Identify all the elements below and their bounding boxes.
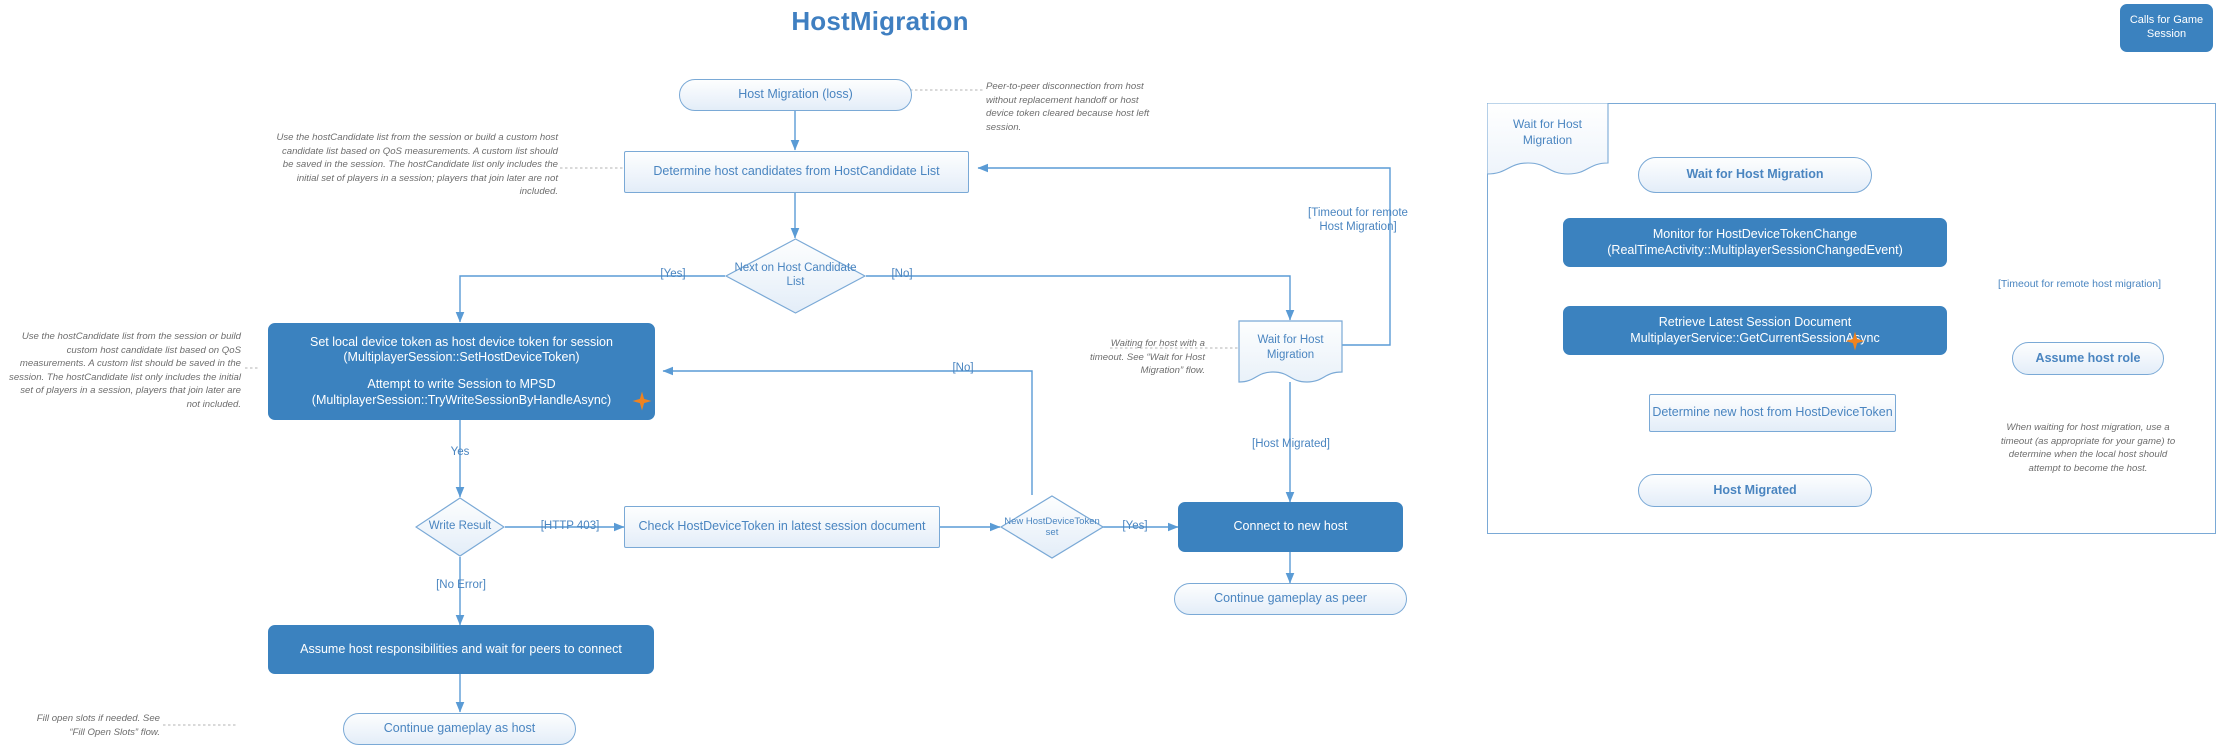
note-subflow-timeout: When waiting for host migration, use a t… <box>1999 421 2177 475</box>
node-label: Wait for Host Migration <box>1257 334 1324 361</box>
frame-tab-label: Wait for Host Migration <box>1513 117 1582 147</box>
edge-label-yes-2: [Yes] <box>1122 520 1148 532</box>
node-label: Determine new host from HostDeviceToken <box>1652 405 1893 420</box>
node-label: Host Migrated <box>1713 482 1797 497</box>
monitor-line-1: Monitor for HostDeviceTokenChange <box>1652 226 1858 241</box>
edge-label-no: [No] <box>891 268 913 280</box>
retrieve-line-2: MultiplayerService::GetCurrentSessionAsy… <box>1630 330 1880 345</box>
set-token-line-3: Attempt to write Session to MPSD <box>367 377 556 391</box>
node-subflow-host-migrated[interactable]: Host Migrated <box>1638 474 1872 507</box>
legend-label: Calls for Game Session <box>2129 14 2204 40</box>
node-label: Check HostDeviceToken in latest session … <box>638 519 926 534</box>
note-text: When waiting for host migration, use a t… <box>2000 422 2176 474</box>
node-label: Determine host candidates from HostCandi… <box>653 164 940 179</box>
node-wait-for-host-migration-main[interactable]: Wait for Host Migration <box>1238 320 1343 384</box>
edge-label-host-migrated: [Host Migrated] <box>1252 438 1330 450</box>
decision-write-result[interactable]: Write Result <box>415 497 505 557</box>
node-label: Wait for Host Migration <box>1686 167 1824 182</box>
edge-label-timeout-remote: [Timeout for remote Host Migration] <box>1308 207 1408 234</box>
node-assume-host-responsibilities[interactable]: Assume host responsibilities and wait fo… <box>268 625 654 674</box>
node-assume-host-role[interactable]: Assume host role <box>2012 342 2164 375</box>
node-label: Continue gameplay as peer <box>1214 591 1367 606</box>
edge-label-no-mid: [No] <box>952 362 974 374</box>
decision-label: New HostDeviceToken set <box>1004 515 1100 538</box>
node-check-host-device-token[interactable]: Check HostDeviceToken in latest session … <box>624 506 940 548</box>
edge-label-yes: [Yes] <box>660 268 686 280</box>
node-set-host-device-token[interactable]: Set local device token as host device to… <box>268 323 655 420</box>
edge-label-http-403: [HTTP 403] <box>540 520 600 532</box>
node-label: Connect to new host <box>1233 519 1348 534</box>
node-subflow-wait-for-host-migration-start[interactable]: Wait for Host Migration <box>1638 157 1872 193</box>
note-fill-open-slots: Fill open slots if needed. See “Fill Ope… <box>20 712 160 739</box>
note-text: Fill open slots if needed. See “Fill Ope… <box>36 713 160 738</box>
note-host-candidate-list-top: Use the hostCandidate list from the sess… <box>275 131 558 199</box>
node-label: Host Migration (loss) <box>738 87 853 102</box>
decision-label: Next on Host Candidate List <box>734 262 857 288</box>
decision-new-host-device-token-set[interactable]: New HostDeviceToken set <box>1000 495 1104 559</box>
node-determine-new-host[interactable]: Determine new host from HostDeviceToken <box>1649 394 1896 432</box>
node-determine-host-candidates[interactable]: Determine host candidates from HostCandi… <box>624 151 969 193</box>
star-icon-calls-game-session-2 <box>1845 331 1865 351</box>
node-continue-gameplay-as-host[interactable]: Continue gameplay as host <box>343 713 576 745</box>
decision-next-on-host-candidate-list[interactable]: Next on Host Candidate List <box>725 238 866 314</box>
note-text: Use the hostCandidate list from the sess… <box>9 331 241 411</box>
note-start-disconnection: Peer-to-peer disconnection from host wit… <box>986 80 1166 134</box>
edge-label-no-error: [No Error] <box>436 579 486 591</box>
set-token-line-2: (MultiplayerSession::SetHostDeviceToken) <box>343 350 580 365</box>
edge-label-yes-plain: Yes <box>450 446 470 458</box>
edge-label-subflow-timeout: [Timeout for remote host migration] <box>1998 278 2162 290</box>
diagram-canvas: HostMigration Calls for Game Session Hos… <box>0 0 2220 753</box>
node-label: Continue gameplay as host <box>383 721 536 736</box>
node-retrieve-latest-session-document[interactable]: Retrieve Latest Session Document Multipl… <box>1563 306 1947 355</box>
node-host-migration-loss[interactable]: Host Migration (loss) <box>679 79 912 111</box>
set-token-line-4: (MultiplayerSession::TryWriteSessionByHa… <box>311 392 612 407</box>
decision-label: Write Result <box>428 520 492 533</box>
node-monitor-host-device-token-change[interactable]: Monitor for HostDeviceTokenChange (RealT… <box>1563 218 1947 267</box>
legend-calls-for-game-session: Calls for Game Session <box>2120 4 2213 52</box>
note-host-candidate-list-left: Use the hostCandidate list from the sess… <box>8 330 241 412</box>
node-label: Assume host responsibilities and wait fo… <box>300 641 622 656</box>
subflow-frame-tab: Wait for Host Migration <box>1486 102 1609 177</box>
note-waiting-for-host: Waiting for host with a timeout. See “Wa… <box>1085 337 1205 378</box>
star-icon-calls-game-session-1 <box>632 391 652 411</box>
node-label: Assume host role <box>2035 350 2141 365</box>
node-continue-gameplay-as-peer[interactable]: Continue gameplay as peer <box>1174 583 1407 615</box>
monitor-line-2: (RealTimeActivity::MultiplayerSessionCha… <box>1607 242 1903 257</box>
retrieve-line-1: Retrieve Latest Session Document <box>1658 314 1852 329</box>
set-token-line-1: Set local device token as host device to… <box>310 334 613 349</box>
page-title: HostMigration <box>791 6 969 36</box>
note-text: Use the hostCandidate list from the sess… <box>276 132 558 198</box>
node-connect-to-new-host[interactable]: Connect to new host <box>1178 502 1403 552</box>
note-text: Peer-to-peer disconnection from host wit… <box>986 81 1150 133</box>
note-text: Waiting for host with a timeout. See “Wa… <box>1090 338 1205 377</box>
